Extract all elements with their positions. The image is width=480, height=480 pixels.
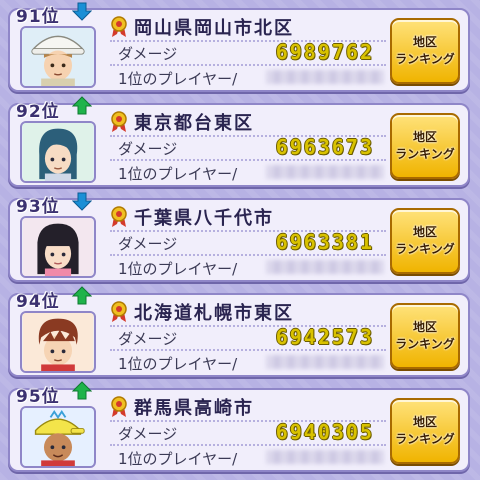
divider (110, 254, 386, 256)
divider (110, 444, 386, 446)
region-ranking-button[interactable]: 地区 ランキング (390, 398, 460, 464)
ranking-row: 93位 千葉県八千代市 ダメージ 6963381 1位のプレイヤー/ 地区 ラン… (8, 192, 470, 282)
region-ranking-button-label: 地区 ランキング (395, 225, 455, 256)
blurred-player-name (266, 355, 384, 369)
region-name: 東京都台東区 (134, 113, 254, 134)
top-player-label: 1位のプレイヤー/ (118, 260, 238, 278)
rank-label: 94位 (16, 292, 60, 312)
damage-label: ダメージ (118, 330, 178, 348)
region-ranking-button-label: 地区 ランキング (395, 415, 455, 446)
region-name: 千葉県八千代市 (134, 208, 274, 229)
ranking-row: 95位 群馬県高崎市 ダメージ 6940305 1位のプレイヤー/ 地区 ランキ… (8, 381, 470, 472)
ranking-row: 91位 岡山県岡山市北区 ダメージ 6989762 1位のプレイヤー/ 地区 ラ… (8, 2, 470, 92)
region-name: 北海道札幌市東区 (134, 303, 294, 324)
blurred-player-name (266, 260, 384, 274)
blurred-player-name (266, 450, 384, 464)
damage-value: 6940305 (275, 420, 374, 444)
player-avatar (20, 121, 96, 183)
rank-down-arrow-icon (72, 192, 92, 211)
ranking-row: 94位 北海道札幌市東区 ダメージ 6942573 1位のプレイヤー/ 地区 ラ… (8, 286, 470, 377)
damage-value: 6963673 (275, 135, 374, 159)
damage-value: 6942573 (275, 325, 374, 349)
damage-value: 6989762 (275, 40, 374, 64)
region-ranking-button[interactable]: 地区 ランキング (390, 208, 460, 274)
player-avatar (20, 26, 96, 88)
damage-label: ダメージ (118, 140, 178, 158)
region-ranking-button-label: 地区 ランキング (395, 130, 455, 161)
damage-label: ダメージ (118, 425, 178, 443)
divider (110, 64, 386, 66)
rank-up-arrow-icon (72, 286, 92, 305)
damage-value: 6963381 (275, 230, 374, 254)
player-avatar (20, 406, 96, 468)
rank-up-arrow-icon (72, 96, 92, 115)
top-player-label: 1位のプレイヤー/ (118, 355, 238, 373)
rank-label: 93位 (16, 197, 60, 217)
region-ranking-button[interactable]: 地区 ランキング (390, 18, 460, 84)
ribbon-medal-icon (111, 396, 127, 417)
rank-label: 92位 (16, 102, 60, 122)
ribbon-medal-icon (111, 301, 127, 322)
ranking-list: 91位 岡山県岡山市北区 ダメージ 6989762 1位のプレイヤー/ 地区 ラ… (0, 0, 480, 480)
rank-up-arrow-icon (72, 381, 92, 400)
rank-label: 95位 (16, 387, 60, 407)
damage-label: ダメージ (118, 235, 178, 253)
region-ranking-button[interactable]: 地区 ランキング (390, 113, 460, 179)
ranking-row: 92位 東京都台東区 ダメージ 6963673 1位のプレイヤー/ 地区 ランキ… (8, 96, 470, 187)
damage-label: ダメージ (118, 45, 178, 63)
top-player-label: 1位のプレイヤー/ (118, 165, 238, 183)
blurred-player-name (266, 165, 384, 179)
region-name: 岡山県岡山市北区 (134, 18, 294, 39)
rank-down-arrow-icon (72, 2, 92, 21)
blurred-player-name (266, 70, 384, 84)
player-avatar (20, 216, 96, 278)
rank-label: 91位 (16, 7, 60, 27)
region-ranking-button-label: 地区 ランキング (395, 320, 455, 351)
region-ranking-button-label: 地区 ランキング (395, 35, 455, 66)
ribbon-medal-icon (111, 206, 127, 227)
divider (110, 159, 386, 161)
top-player-label: 1位のプレイヤー/ (118, 70, 238, 88)
region-ranking-button[interactable]: 地区 ランキング (390, 303, 460, 369)
region-name: 群馬県高崎市 (134, 398, 254, 419)
ribbon-medal-icon (111, 16, 127, 37)
player-avatar (20, 311, 96, 373)
ribbon-medal-icon (111, 111, 127, 132)
divider (110, 349, 386, 351)
top-player-label: 1位のプレイヤー/ (118, 450, 238, 468)
